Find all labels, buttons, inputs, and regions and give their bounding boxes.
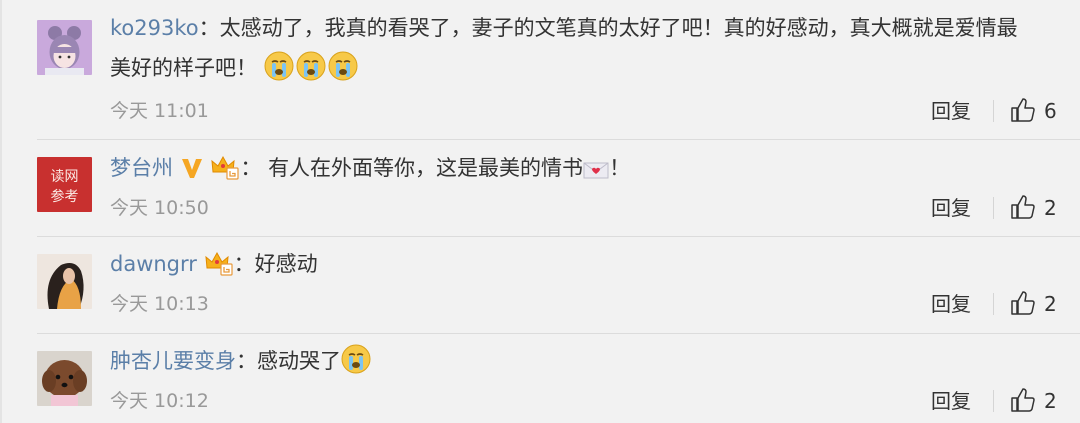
comment-divider	[37, 236, 1080, 237]
colon: ：	[198, 16, 220, 40]
seal-text-bottom: 参考	[51, 188, 79, 205]
crown-level-badge-icon	[205, 251, 233, 276]
like-count: 2	[1044, 389, 1057, 413]
avatar[interactable]	[37, 351, 92, 406]
comment-text: 肿杏儿要变身：感动哭了	[110, 341, 1062, 381]
comment-text: ko293ko：太感动了，我真的看哭了，妻子的文笔真的太好了吧！真的好感动，真大…	[110, 8, 1062, 88]
action-separator	[993, 293, 994, 315]
colon: ：	[236, 349, 257, 373]
action-separator	[993, 197, 994, 219]
comment-divider	[37, 333, 1080, 334]
comment-text-line1: 太感动了，我真的看哭了，妻子的文笔真的太好了吧！真的好感动，真大概就是爱情最	[219, 16, 1018, 40]
reply-button[interactable]: 回复	[931, 389, 971, 413]
comment-timestamp: 今天 10:50	[110, 197, 209, 219]
thumbs-up-icon[interactable]	[1010, 97, 1036, 123]
like-count: 6	[1044, 99, 1057, 123]
crying-face-icon	[264, 51, 294, 81]
crown-level-badge-icon	[211, 155, 239, 180]
left-edge-line	[0, 0, 2, 423]
avatar[interactable]: 读网 参考	[37, 157, 92, 212]
comment-body-end: ！	[609, 156, 631, 180]
envelope-heart-icon	[583, 162, 609, 179]
avatar[interactable]	[37, 254, 92, 309]
comment-body: 感动哭了	[257, 349, 341, 373]
anime-girl-avatar-icon	[37, 20, 92, 75]
comment-text: dawngrr ：好感动	[110, 244, 1062, 284]
crying-face-icon	[296, 51, 326, 81]
puppy-avatar-icon	[37, 351, 92, 406]
action-separator	[993, 390, 994, 412]
reply-button[interactable]: 回复	[931, 196, 971, 220]
username-link[interactable]: 梦台州	[110, 156, 173, 180]
red-seal-avatar-icon: 读网 参考	[37, 157, 92, 212]
reply-button[interactable]: 回复	[931, 292, 971, 316]
thumbs-up-icon[interactable]	[1010, 387, 1036, 413]
girl-photo-avatar-icon	[37, 254, 92, 309]
verified-v-badge-icon	[181, 159, 202, 178]
comment-text-line2: 美好的样子吧！	[110, 56, 257, 80]
comment-timestamp: 今天 11:01	[110, 100, 209, 122]
like-count: 2	[1044, 196, 1057, 220]
seal-text-top: 读网	[51, 168, 79, 185]
comment-body: 好感动	[254, 252, 318, 276]
thumbs-up-icon[interactable]	[1010, 290, 1036, 316]
avatar[interactable]	[37, 20, 92, 75]
comment-body: 有人在外面等你，这是最美的情书	[268, 156, 584, 180]
thumbs-up-icon[interactable]	[1010, 194, 1036, 220]
comment-timestamp: 今天 10:13	[110, 293, 209, 315]
crying-face-icon	[328, 51, 358, 81]
comment-text: 梦台州 ： 有人在外面等你，这是最美的情书 ！	[110, 148, 1062, 188]
reply-button[interactable]: 回复	[931, 99, 971, 123]
username-link[interactable]: ko293ko	[110, 16, 199, 40]
action-separator	[993, 100, 994, 122]
colon: ：	[240, 156, 262, 180]
colon: ：	[233, 252, 255, 276]
like-count: 2	[1044, 292, 1057, 316]
username-link[interactable]: dawngrr	[110, 252, 197, 276]
comment-divider	[37, 139, 1080, 140]
comment-timestamp: 今天 10:12	[110, 390, 209, 412]
crying-face-icon	[341, 344, 371, 374]
username-link[interactable]: 肿杏儿要变身	[110, 349, 236, 373]
